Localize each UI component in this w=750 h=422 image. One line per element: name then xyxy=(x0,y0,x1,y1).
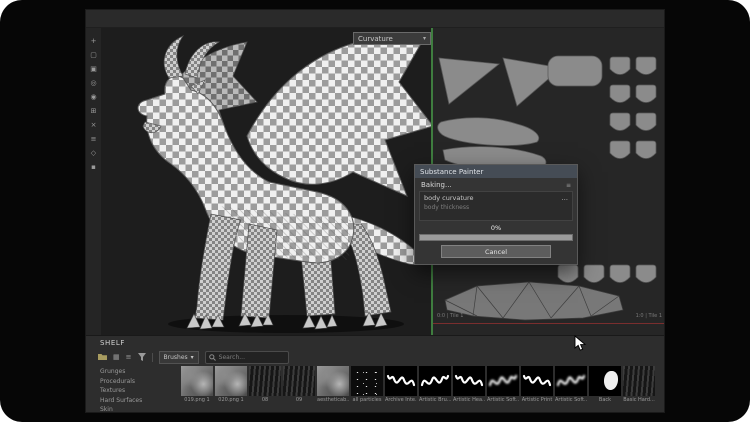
shelf-thumbnail[interactable]: 020.png 1 xyxy=(215,366,247,403)
thumbnail-label: Artistic Bru... xyxy=(419,397,451,403)
ellipsis-icon: … xyxy=(562,194,569,202)
search-icon xyxy=(209,354,216,361)
thumbnail-label: 020.png 1 xyxy=(215,397,247,403)
category-procedurals[interactable]: Procedurals xyxy=(100,378,142,385)
list-icon: ≡ xyxy=(566,182,571,189)
shelf-toolbar: ▦ ≡ Brushes ▾ xyxy=(98,350,289,364)
thumbnail-image xyxy=(589,366,621,396)
thumbnail-label: Artistic Soft... xyxy=(487,397,519,403)
thumbnail-image xyxy=(385,366,417,396)
shelf-thumbnail[interactable]: aestheticab... xyxy=(317,366,349,403)
grid-tool-icon[interactable]: ⊞ xyxy=(91,108,97,115)
target-tool-icon[interactable]: ◉ xyxy=(90,94,96,101)
shelf-thumbnail[interactable]: Artistic Bru... xyxy=(419,366,451,403)
app-window: + ▢ ▣ ◎ ◉ ⊞ × ≡ ◇ ▪ xyxy=(85,9,665,413)
thumbnail-image xyxy=(453,366,485,396)
thumbnail-image xyxy=(283,366,315,396)
shelf-category-dropdown[interactable]: Brushes ▾ xyxy=(159,351,199,364)
menu-tool-icon[interactable]: ≡ xyxy=(91,136,97,143)
dialog-title: Substance Painter xyxy=(420,168,483,176)
thumbnail-label: Back xyxy=(589,397,621,403)
dialog-titlebar[interactable]: Substance Painter xyxy=(415,165,577,178)
shelf-category-dropdown-label: Brushes xyxy=(164,354,188,361)
shelf-thumbnail[interactable]: all particles xyxy=(351,366,383,403)
toolbar-separator xyxy=(152,353,153,362)
grid-view-icon[interactable]: ▦ xyxy=(113,354,120,361)
list-view-icon[interactable]: ≡ xyxy=(126,354,132,361)
thumbnail-image xyxy=(555,366,587,396)
shelf-thumbnail[interactable]: 08 xyxy=(249,366,281,403)
add-tool-icon[interactable]: + xyxy=(91,38,97,45)
shelf-categories: Grunges Procedurals Textures Hard Surfac… xyxy=(100,368,142,413)
thumbnail-label: 019.png 1 xyxy=(181,397,213,403)
thumbnail-image xyxy=(351,366,383,396)
thumbnail-label: Artistic Soft... xyxy=(555,397,587,403)
baking-dialog: Substance Painter Baking... ≡ body curva… xyxy=(414,164,578,265)
baking-task-panel: body curvature … body thickness xyxy=(419,191,573,221)
category-hard-surfaces[interactable]: Hard Surfaces xyxy=(100,397,142,404)
thumbnail-image xyxy=(521,366,553,396)
uv-tile-label-right: 1:0 | Tile 1 xyxy=(636,313,662,319)
thumbnail-image xyxy=(419,366,451,396)
thumbnail-label: Artistic Print xyxy=(521,397,553,403)
close-tool-icon[interactable]: × xyxy=(91,122,97,129)
shelf-thumbnail[interactable]: 09 xyxy=(283,366,315,403)
progress-bar xyxy=(419,234,573,241)
category-grunges[interactable]: Grunges xyxy=(100,368,142,375)
thumbnail-image xyxy=(215,366,247,396)
ring-tool-icon[interactable]: ◎ xyxy=(90,80,96,87)
shelf-thumbnail[interactable]: Artistic Soft... xyxy=(487,366,519,403)
thumbnail-image xyxy=(181,366,213,396)
tools-toolbar: + ▢ ▣ ◎ ◉ ⊞ × ≡ ◇ ▪ xyxy=(86,28,101,335)
shelf-thumbnail[interactable]: Artistic Print xyxy=(521,366,553,403)
folder-icon[interactable] xyxy=(98,353,107,361)
chevron-down-icon: ▾ xyxy=(423,35,426,42)
dot-tool-icon[interactable]: ▪ xyxy=(91,164,96,171)
uv-axis-red xyxy=(433,323,665,324)
viewport-3d[interactable]: Curvature ▾ xyxy=(101,28,431,335)
shelf-thumbnail[interactable]: 019.png 1 xyxy=(181,366,213,403)
thumbnail-label: aestheticab... xyxy=(317,397,349,403)
cancel-button[interactable]: Cancel xyxy=(441,245,551,258)
filter-icon[interactable] xyxy=(138,353,146,361)
main-area: + ▢ ▣ ◎ ◉ ⊞ × ≡ ◇ ▪ xyxy=(86,28,665,335)
channel-dropdown-label: Curvature xyxy=(358,35,393,43)
device-frame: + ▢ ▣ ◎ ◉ ⊞ × ≡ ◇ ▪ xyxy=(0,0,750,422)
dragon-model xyxy=(101,28,431,335)
baking-status-row: Baking... ≡ xyxy=(415,178,577,191)
category-skin[interactable]: Skin xyxy=(100,406,142,413)
channel-dropdown[interactable]: Curvature ▾ xyxy=(353,32,431,45)
shelf-thumbnail[interactable]: Archive Inte... xyxy=(385,366,417,403)
thumbnail-label: Basic Hard... xyxy=(623,397,655,403)
thumbnail-label: all particles xyxy=(351,397,383,403)
fill-tool-icon[interactable]: ▣ xyxy=(90,66,97,73)
search-input[interactable] xyxy=(219,354,279,361)
thumbnail-label: Artistic Hea... xyxy=(453,397,485,403)
app-titlebar xyxy=(86,10,664,28)
thumbnail-label: 08 xyxy=(249,397,281,403)
thumbnail-label: Archive Inte... xyxy=(385,397,417,403)
baking-status-text: Baking... xyxy=(421,181,452,189)
thumbnail-image xyxy=(623,366,655,396)
progress-percent: 0% xyxy=(415,224,577,232)
chevron-down-icon: ▾ xyxy=(191,354,194,361)
shelf-title: SHELF xyxy=(100,339,125,347)
shelf-thumbnail[interactable]: Back xyxy=(589,366,621,403)
thumbnail-image xyxy=(487,366,519,396)
search-box[interactable] xyxy=(205,351,289,364)
shelf-thumbnails: 019.png 1 020.png 1 08 09 aestheticab...… xyxy=(181,366,663,403)
baking-next-task: body thickness xyxy=(424,204,568,211)
thumbnail-label: 09 xyxy=(283,397,315,403)
category-textures[interactable]: Textures xyxy=(100,387,142,394)
thumbnail-image xyxy=(249,366,281,396)
shelf-thumbnail[interactable]: Basic Hard... xyxy=(623,366,655,403)
shelf-thumbnail[interactable]: Artistic Soft... xyxy=(555,366,587,403)
baking-task-name: body curvature xyxy=(424,194,474,202)
mouse-cursor xyxy=(574,335,588,352)
marquee-tool-icon[interactable]: ▢ xyxy=(90,52,97,59)
uv-tile-label-left: 0:0 | Tile 1 xyxy=(437,313,463,319)
shelf-thumbnail[interactable]: Artistic Hea... xyxy=(453,366,485,403)
thumbnail-image xyxy=(317,366,349,396)
diamond-tool-icon[interactable]: ◇ xyxy=(91,150,96,157)
